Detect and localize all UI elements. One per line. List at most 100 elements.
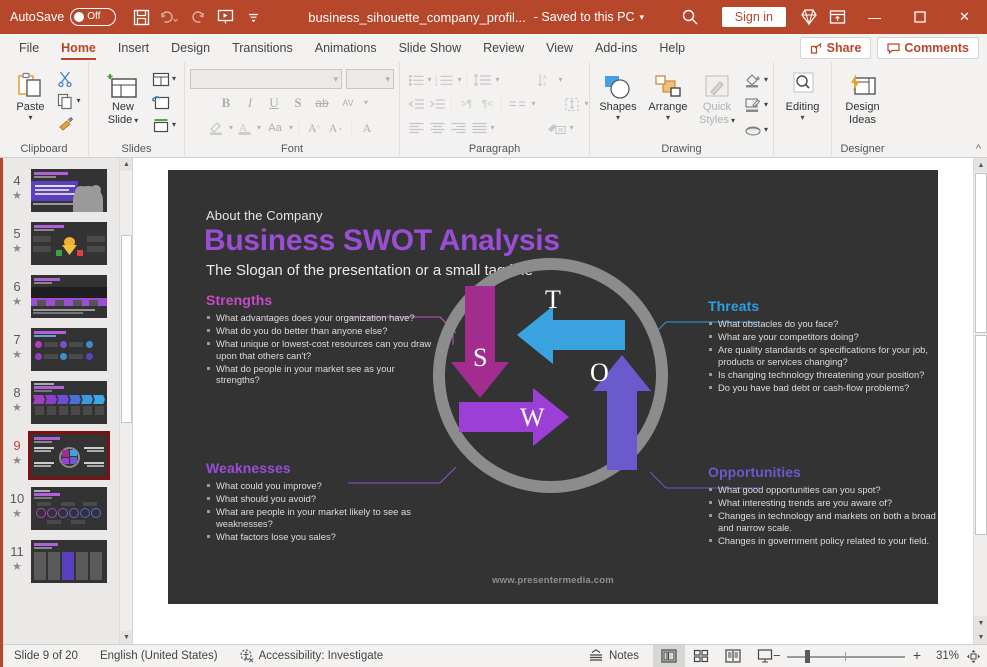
comments-button[interactable]: Comments: [877, 37, 979, 59]
thumbnail-slide-8[interactable]: 8 ★: [3, 376, 132, 429]
arrange-button[interactable]: Arrange ▾: [645, 67, 691, 122]
thumbnail-scroll-up-icon[interactable]: ▲: [120, 158, 133, 171]
line-spacing-chevron-down-icon[interactable]: ▾: [496, 76, 500, 84]
bold-button[interactable]: B: [216, 93, 236, 113]
tab-design[interactable]: Design: [160, 34, 221, 62]
tab-view[interactable]: View: [535, 34, 584, 62]
copy-chevron-down-icon[interactable]: ▾: [76, 97, 80, 105]
reset-slide-icon[interactable]: [151, 92, 171, 112]
thumbnail-slide-4[interactable]: 4 ★: [3, 164, 132, 217]
quadrant-weaknesses[interactable]: Weaknesses What could you improve? What …: [206, 460, 438, 544]
italic-button[interactable]: I: [240, 93, 260, 113]
format-painter-icon[interactable]: [55, 114, 75, 134]
design-ideas-button[interactable]: Design Ideas: [836, 67, 890, 127]
quadrant-opportunities[interactable]: Opportunities What good opportunities ca…: [708, 464, 938, 548]
accessibility-status[interactable]: Accessibility: Investigate: [240, 649, 384, 663]
canvas-scroll-thumb-lower[interactable]: [975, 335, 987, 535]
zoom-handle[interactable]: [805, 650, 810, 663]
zoom-in-button[interactable]: +: [913, 647, 921, 663]
highlight-chevron-down-icon[interactable]: ▾: [229, 124, 233, 132]
font-color-button[interactable]: A: [235, 118, 255, 138]
text-direction-sort-button[interactable]: AZ: [534, 70, 558, 90]
slide-title[interactable]: Business SWOT Analysis: [204, 224, 560, 258]
slide-canvas-pane[interactable]: About the Company Business SWOT Analysis…: [133, 158, 973, 644]
quadrant-threats[interactable]: Threats What obstacles do you face? What…: [708, 298, 938, 395]
paste-chevron-down-icon[interactable]: ▾: [28, 114, 32, 122]
quick-styles-chevron-down-icon[interactable]: ▾: [731, 117, 735, 125]
rtl-text-direction-button[interactable]: ¶<: [477, 94, 497, 114]
character-spacing-button[interactable]: AV: [336, 93, 360, 113]
close-button[interactable]: ✕: [942, 0, 987, 34]
line-spacing-button[interactable]: [471, 70, 495, 90]
shape-effects-chevron-down-icon[interactable]: ▾: [764, 126, 768, 134]
maximize-button[interactable]: [897, 0, 942, 34]
thumbnail-scrollbar[interactable]: ▲ ▼: [119, 158, 132, 644]
reading-view-button[interactable]: [717, 645, 749, 667]
decrease-indent-button[interactable]: [406, 94, 426, 114]
save-state-label[interactable]: - Saved to this PC: [534, 10, 635, 24]
numbering-chevron-down-icon[interactable]: ▾: [458, 76, 462, 84]
character-spacing-chevron-down-icon[interactable]: ▾: [364, 99, 368, 107]
justify-chevron-down-icon[interactable]: ▾: [490, 124, 494, 132]
shapes-button[interactable]: Shapes ▾: [595, 67, 641, 122]
slide-sorter-view-button[interactable]: [685, 645, 717, 667]
thumbnail-scroll-thumb[interactable]: [121, 235, 132, 423]
new-slide-chevron-down-icon[interactable]: ▾: [134, 117, 138, 125]
shapes-chevron-down-icon[interactable]: ▾: [616, 114, 620, 122]
sort-chevron-down-icon[interactable]: ▾: [559, 76, 563, 84]
numbering-button[interactable]: 123: [433, 70, 457, 90]
underline-button[interactable]: U: [264, 93, 284, 113]
slide-editing-surface[interactable]: About the Company Business SWOT Analysis…: [168, 170, 938, 604]
justify-button[interactable]: [469, 118, 489, 138]
tab-insert[interactable]: Insert: [107, 34, 160, 62]
font-size-select[interactable]: ▾: [346, 69, 394, 89]
clear-formatting-button[interactable]: A: [357, 118, 377, 138]
zoom-slider[interactable]: − +: [787, 645, 905, 667]
align-left-button[interactable]: [406, 118, 426, 138]
ribbon-display-options-icon[interactable]: [824, 4, 850, 30]
thumbnail-slide-7[interactable]: 7 ★: [3, 323, 132, 376]
slide-counter[interactable]: Slide 9 of 20: [14, 650, 78, 662]
thumbnail-slide-11[interactable]: 11 ★: [3, 535, 132, 588]
change-case-button[interactable]: Aa: [263, 118, 287, 138]
layout-chevron-down-icon[interactable]: ▾: [172, 75, 176, 83]
tab-animations[interactable]: Animations: [304, 34, 388, 62]
font-family-select[interactable]: ▾: [190, 69, 342, 89]
strikethrough-button[interactable]: ab: [312, 93, 332, 113]
shape-outline-chevron-down-icon[interactable]: ▾: [764, 101, 768, 109]
text-shadow-button[interactable]: S: [288, 93, 308, 113]
search-icon[interactable]: [668, 0, 712, 34]
thumbnail-scroll-down-icon[interactable]: ▼: [120, 631, 133, 644]
paste-button[interactable]: Paste ▾: [7, 67, 53, 122]
tab-file[interactable]: File: [8, 34, 50, 62]
fit-slide-to-window-button[interactable]: [959, 649, 987, 664]
thumbnail-slide-10[interactable]: 10 ★: [3, 482, 132, 535]
change-case-chevron-down-icon[interactable]: ▾: [289, 124, 293, 132]
thumbnail-slide-9[interactable]: 9 ★: [3, 429, 132, 482]
save-icon[interactable]: [128, 4, 154, 30]
increase-font-size-button[interactable]: A^: [304, 118, 324, 138]
notes-button[interactable]: Notes: [588, 649, 639, 664]
thumbnail-slide-6[interactable]: 6 ★: [3, 270, 132, 323]
slide-layout-icon[interactable]: [151, 69, 171, 89]
align-text-chevron-down-icon[interactable]: ▾: [585, 100, 589, 108]
share-button[interactable]: Share: [800, 37, 872, 59]
editing-button[interactable]: Editing ▾: [778, 67, 828, 122]
normal-view-button[interactable]: [653, 645, 685, 667]
copy-icon[interactable]: [55, 91, 75, 111]
canvas-scroll-down-icon[interactable]: ▼: [974, 616, 987, 630]
editing-chevron-down-icon[interactable]: ▾: [800, 114, 804, 122]
columns-button[interactable]: [506, 94, 530, 114]
align-center-button[interactable]: [427, 118, 447, 138]
diamond-icon[interactable]: [796, 4, 822, 30]
decrease-font-size-button[interactable]: A⌄: [326, 118, 346, 138]
new-slide-button[interactable]: New Slide ▾: [97, 67, 149, 127]
tab-add-ins[interactable]: Add-ins: [584, 34, 648, 62]
save-state-chevron-down-icon[interactable]: ▾: [640, 12, 645, 23]
cut-icon[interactable]: [55, 68, 75, 88]
columns-chevron-down-icon[interactable]: ▾: [531, 100, 535, 108]
canvas-next-slide-icon[interactable]: ▼: [974, 630, 987, 644]
undo-icon[interactable]: [156, 4, 182, 30]
shape-outline-icon[interactable]: [743, 95, 763, 115]
slide-kicker[interactable]: About the Company: [206, 208, 323, 223]
